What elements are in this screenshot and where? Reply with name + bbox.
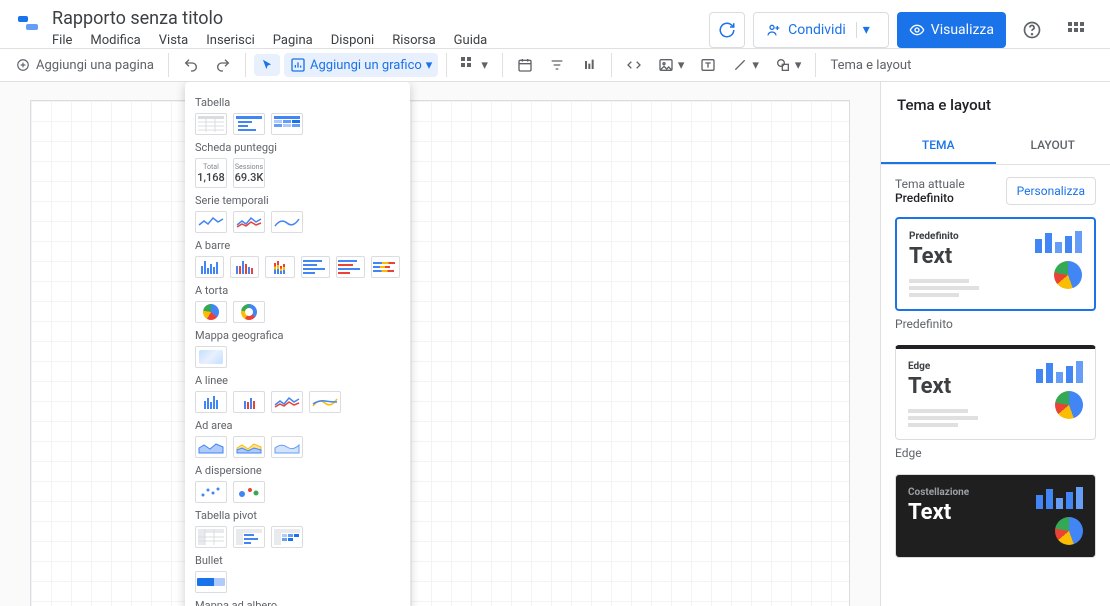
add-page-button[interactable]: Aggiungi una pagina [10,54,160,77]
chart-scorecard-2[interactable]: Sessions69.3K [233,158,265,188]
tab-theme[interactable]: TEMA [881,128,996,164]
chart-scatter-1[interactable] [195,481,227,503]
redo-button[interactable] [209,53,237,77]
view-label: Visualizza [931,22,994,38]
menu-help[interactable]: Guida [454,33,488,48]
section-line: A linee [195,374,400,387]
chart-bullet[interactable] [195,571,227,593]
chart-area-1[interactable] [195,436,227,458]
date-range-control[interactable] [511,53,539,77]
image-button[interactable]: ▾ [652,53,691,77]
section-area: Ad area [195,419,400,432]
chart-pivot-3[interactable] [271,526,303,548]
embed-button[interactable] [620,53,648,77]
chart-line-2[interactable] [233,391,265,413]
help-icon[interactable] [1014,12,1050,48]
current-theme-name: Predefinito [895,191,965,205]
menu-edit[interactable]: Modifica [90,33,140,48]
theme-edge-name: Edge [895,446,1096,460]
chart-timeseries-2[interactable] [233,211,265,233]
chart-geo[interactable] [195,346,227,368]
chart-line-3[interactable] [271,391,303,413]
text-button[interactable] [694,53,722,77]
line-button[interactable]: ▾ [726,53,765,77]
section-treemap: Mappa ad albero [195,599,400,606]
theme-card-default[interactable]: Predefinito Text [895,217,1096,311]
report-canvas[interactable] [30,100,850,606]
sidebar: Tema e layout TEMA LAYOUT Tema attuale P… [880,82,1110,606]
section-geo: Mappa geografica [195,329,400,342]
theme-constellation-label: Costellazione [908,487,969,498]
refresh-button[interactable] [709,12,745,48]
menu-file[interactable]: File [52,33,72,48]
shape-button[interactable]: ▾ [769,53,808,77]
view-button[interactable]: Visualizza [897,12,1006,48]
theme-default-text: Text [909,244,979,269]
chart-bar-2[interactable] [230,256,259,278]
section-pie: A torta [195,284,400,297]
chart-pie[interactable] [195,301,227,323]
customize-button[interactable]: Personalizza [1006,177,1096,205]
theme-edge-label: Edge [908,361,978,372]
menu-insert[interactable]: Inserisci [206,33,255,48]
section-scorecard: Scheda punteggi [195,141,400,154]
chart-timeseries-3[interactable] [271,211,303,233]
chart-donut[interactable] [233,301,265,323]
section-bullet: Bullet [195,554,400,567]
sidebar-title: Tema e layout [881,82,1110,128]
chart-line-4[interactable] [309,391,341,413]
tab-layout[interactable]: LAYOUT [996,128,1110,164]
data-control[interactable] [575,53,603,77]
chart-area-3[interactable] [271,436,303,458]
chart-bar-horizontal-2[interactable] [336,256,365,278]
chart-bar-horizontal-1[interactable] [301,256,330,278]
menu-page[interactable]: Pagina [273,33,313,48]
section-table: Tabella [195,96,400,109]
menubar: File Modifica Vista Inserisci Pagina Dis… [52,33,697,48]
chart-bar-1[interactable] [195,256,224,278]
theme-constellation-text: Text [908,500,969,525]
chart-timeseries-1[interactable] [195,211,227,233]
share-label: Condividi [788,22,846,38]
menu-view[interactable]: Vista [159,33,188,48]
chart-type-menu: Tabella Scheda punteggi Total1,168 Sessi… [185,82,410,606]
chart-table-bars[interactable] [233,113,265,135]
theme-card-edge[interactable]: Edge Text [895,345,1096,440]
chart-scatter-2[interactable] [233,481,265,503]
community-visualizations-button[interactable]: ▾ [455,53,494,77]
undo-button[interactable] [177,53,205,77]
add-chart-button[interactable]: Aggiungi un grafico ▾ [284,53,438,77]
theme-default-name: Predefinito [895,317,1096,331]
section-pivot: Tabella pivot [195,509,400,522]
selection-tool[interactable] [254,54,280,76]
section-timeseries: Serie temporali [195,194,400,207]
add-page-label: Aggiungi una pagina [36,58,154,73]
apps-grid-icon[interactable] [1058,12,1094,48]
menu-resource[interactable]: Risorsa [392,33,435,48]
chart-table-heatmap[interactable] [271,113,303,135]
theme-edge-text: Text [908,374,978,399]
current-theme-label: Tema attuale [895,177,965,191]
chart-line-1[interactable] [195,391,227,413]
chart-area-2[interactable] [233,436,265,458]
document-title[interactable]: Rapporto senza titolo [52,8,697,29]
theme-default-label: Predefinito [909,231,979,242]
theme-layout-button[interactable]: Tema e layout [824,54,917,77]
chart-scorecard-1[interactable]: Total1,168 [195,158,227,188]
section-bar: A barre [195,239,400,252]
share-dropdown-icon[interactable]: ▾ [856,22,876,38]
menu-arrange[interactable]: Disponi [331,33,374,48]
chart-pivot-2[interactable] [233,526,265,548]
chevron-down-icon: ▾ [426,58,433,73]
app-logo[interactable] [16,12,40,36]
chart-bar-horizontal-3[interactable] [371,256,400,278]
chart-pivot-1[interactable] [195,526,227,548]
theme-card-constellation[interactable]: Costellazione Text [895,474,1096,558]
add-chart-label: Aggiungi un grafico [310,58,422,73]
filter-control[interactable] [543,53,571,77]
share-button[interactable]: Condividi ▾ [753,12,889,48]
chart-bar-3[interactable] [265,256,294,278]
chart-table-plain[interactable] [195,113,227,135]
section-scatter: A dispersione [195,464,400,477]
